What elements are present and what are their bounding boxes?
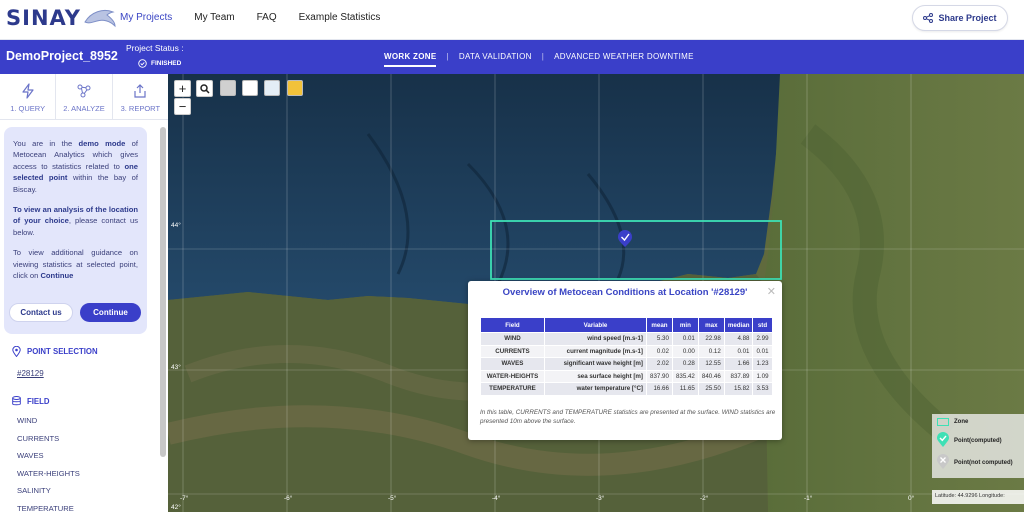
- sidebar-scrollbar[interactable]: [160, 127, 166, 457]
- table-row: WAVES significant wave height [m] 2.02 0.28…: [480, 357, 773, 371]
- logo-text: SINAY: [6, 6, 81, 30]
- share-icon: [923, 13, 934, 23]
- metocean-overview-popup: Overview of Metocean Conditions at Locat…: [468, 281, 782, 440]
- workflow-steps: 1. QUERY 2. ANALYZE 3. REPORT: [0, 74, 168, 120]
- zoom-in-button[interactable]: +: [174, 80, 191, 97]
- field-item-temperature[interactable]: TEMPERATURE: [17, 504, 80, 512]
- table-row: WIND wind speed [m.s-1] 5.30 0.01 22.98 4.88 2…: [480, 332, 773, 346]
- zoom-out-button[interactable]: −: [174, 98, 191, 115]
- nav-example-statistics[interactable]: Example Statistics: [299, 12, 381, 23]
- project-status-badge: FINISHED: [138, 59, 181, 68]
- selected-point-link[interactable]: #28129: [17, 369, 44, 378]
- column-header: Field: [480, 317, 545, 333]
- nav-my-team[interactable]: My Team: [194, 12, 234, 23]
- lon-label: -2°: [700, 495, 709, 502]
- location-pin-icon: [12, 346, 21, 357]
- step-analyze[interactable]: 2. ANALYZE: [56, 74, 113, 119]
- column-header: min: [671, 317, 699, 333]
- popup-note: In this table, CURRENTS and TEMPERATURE …: [480, 409, 776, 426]
- legend-computed-label: Point(computed): [954, 438, 1002, 444]
- nav-faq[interactable]: FAQ: [257, 12, 277, 23]
- tab-advanced-weather-downtime[interactable]: ADVANCED WEATHER DOWNTIME: [544, 52, 704, 61]
- metocean-table: Field Variable mean min max median std W…: [480, 317, 773, 396]
- project-name: DemoProject_8952: [6, 49, 118, 63]
- column-header: Variable: [544, 317, 647, 333]
- field-title: FIELD: [27, 396, 50, 406]
- lon-label: 0°: [908, 495, 915, 502]
- project-status-label: Project Status :: [126, 43, 184, 53]
- network-icon: [77, 84, 91, 98]
- column-header: median: [723, 317, 754, 333]
- tab-data-validation[interactable]: DATA VALIDATION: [449, 52, 542, 61]
- demo-paragraph-2: To view an analysis of the location of y…: [13, 204, 138, 237]
- point-not-computed-icon: [937, 454, 949, 469]
- dolphin-icon: [84, 9, 116, 28]
- column-header: max: [697, 317, 725, 333]
- demo-paragraph-1: You are in the demo mode of Metocean Ana…: [13, 139, 138, 194]
- lat-label: 43°: [171, 364, 181, 371]
- database-icon: [12, 396, 21, 406]
- field-item-waves[interactable]: WAVES: [17, 451, 80, 469]
- zone-tabs: WORK ZONE | DATA VALIDATION | ADVANCED W…: [374, 52, 704, 67]
- lon-label: -1°: [804, 495, 813, 502]
- coordinate-readout: Latitude: 44.9296 Longitude:: [932, 490, 1024, 504]
- step-query[interactable]: 1. QUERY: [0, 74, 57, 119]
- table-row: WATER-HEIGHTS sea surface height [m] 837.9…: [480, 369, 773, 383]
- field-list: WIND CURRENTS WAVES WATER-HEIGHTS SALINI…: [17, 416, 80, 512]
- tab-work-zone[interactable]: WORK ZONE: [374, 52, 446, 67]
- top-navbar: SINAY My Projects My Team FAQ Example St…: [0, 0, 1024, 40]
- map-legend: Zone Point(computed) Point(not computed): [932, 414, 1024, 478]
- share-project-button[interactable]: Share Project: [912, 5, 1008, 31]
- layers-icon[interactable]: [220, 80, 236, 96]
- step-report[interactable]: 3. REPORT: [113, 74, 168, 119]
- lon-label: -5°: [388, 495, 397, 502]
- lat-label: 42°: [171, 504, 181, 511]
- popup-title: Overview of Metocean Conditions at Locat…: [502, 287, 748, 298]
- lat-label: 44°: [171, 222, 181, 229]
- continue-button[interactable]: Continue: [80, 303, 141, 322]
- column-header: std: [752, 317, 773, 333]
- zone-legend-icon: [937, 418, 949, 426]
- map-grid-icon[interactable]: [264, 80, 280, 96]
- sinay-logo[interactable]: SINAY: [6, 4, 117, 32]
- lon-label: -6°: [284, 495, 293, 502]
- point-computed-icon: [937, 432, 949, 447]
- lon-label: -3°: [596, 495, 605, 502]
- field-item-currents[interactable]: CURRENTS: [17, 434, 80, 452]
- field-heading: FIELD: [12, 396, 50, 406]
- search-map-button[interactable]: [196, 80, 213, 97]
- sidebar: 1. QUERY 2. ANALYZE 3. REPORT You are in…: [0, 74, 168, 512]
- close-icon[interactable]: ✕: [767, 285, 776, 298]
- project-header-bar: DemoProject_8952 Project Status : FINISH…: [0, 40, 1024, 74]
- main-nav: My Projects My Team FAQ Example Statisti…: [120, 12, 380, 23]
- check-circle-icon: [138, 59, 147, 68]
- lon-label: -7°: [180, 495, 189, 502]
- field-item-wind[interactable]: WIND: [17, 416, 80, 434]
- demo-mode-box: You are in the demo mode of Metocean Ana…: [4, 127, 147, 334]
- step-query-label: 1. QUERY: [10, 104, 46, 113]
- step-analyze-label: 2. ANALYZE: [63, 104, 105, 113]
- contact-us-button[interactable]: Contact us: [9, 303, 73, 322]
- table-row: TEMPERATURE water temperature [°C] 16.66 11…: [480, 382, 773, 396]
- lightning-icon: [22, 83, 34, 99]
- share-project-label: Share Project: [938, 13, 997, 23]
- lon-label: -4°: [492, 495, 501, 502]
- column-header: mean: [646, 317, 673, 333]
- point-selection-title: POINT SELECTION: [27, 347, 98, 356]
- demo-paragraph-3: To view additional guidance on viewing s…: [13, 248, 138, 280]
- upload-icon: [134, 84, 146, 98]
- step-report-label: 3. REPORT: [120, 104, 161, 113]
- table-row: CURRENTS current magnitude [m.s-1] 0.02 0.0…: [480, 344, 773, 358]
- map-theme-icon[interactable]: [287, 80, 303, 96]
- search-icon: [199, 83, 210, 94]
- satellite-map[interactable]: + − 44° 43° 42° -7° -6° -5° -4° -3° -2° …: [168, 74, 1024, 512]
- project-status-value: FINISHED: [151, 60, 182, 67]
- nav-my-projects[interactable]: My Projects: [120, 12, 172, 23]
- map-style-icon[interactable]: [242, 80, 258, 96]
- field-item-water-heights[interactable]: WATER-HEIGHTS: [17, 469, 80, 487]
- field-item-salinity[interactable]: SALINITY: [17, 486, 80, 504]
- legend-zone-label: Zone: [954, 419, 969, 425]
- legend-not-computed-label: Point(not computed): [954, 460, 1013, 466]
- point-selection-heading: POINT SELECTION: [12, 346, 98, 357]
